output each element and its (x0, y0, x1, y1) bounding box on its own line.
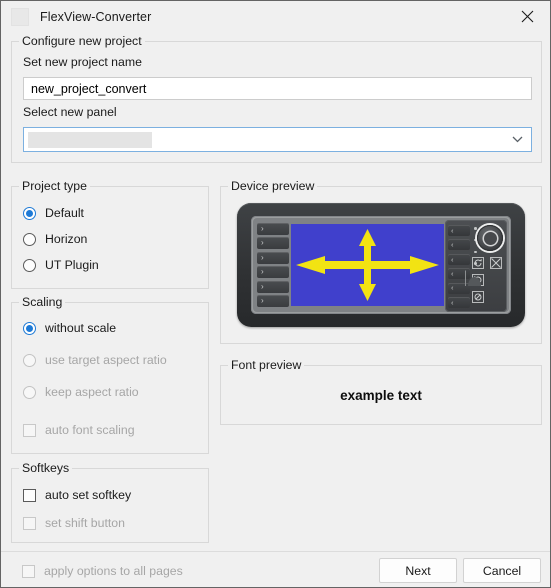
radio-project-type-default[interactable]: Default (23, 206, 84, 220)
footer-divider (1, 551, 550, 552)
device-softkey: ‹ (448, 239, 470, 251)
app-icon (11, 8, 29, 26)
indicator-dot (474, 250, 477, 254)
radio-label: without scale (45, 321, 117, 335)
device-softkey: › (257, 223, 289, 235)
device-face: › › › › › › ‹ ‹ ‹ ‹ ‹ ‹ (253, 218, 509, 312)
configure-new-project-group: Configure new project Set new project na… (11, 34, 542, 163)
configure-group-label: Configure new project (19, 34, 145, 48)
radio-mark-icon (23, 206, 36, 220)
radio-mark-icon (23, 258, 36, 272)
close-icon (521, 10, 534, 23)
device-softkey: › (257, 266, 289, 279)
checkbox-mark-icon (23, 423, 36, 437)
window-title: FlexView-Converter (40, 10, 152, 24)
radio-scaling-without-scale[interactable]: without scale (23, 321, 116, 335)
device-preview-label: Device preview (228, 179, 318, 193)
project-type-label: Project type (19, 179, 90, 193)
checkbox-apply-options-to-all-pages: apply options to all pages (22, 564, 183, 578)
checkbox-auto-font-scaling: auto font scaling (23, 423, 135, 437)
font-preview-label: Font preview (228, 358, 305, 372)
radio-mark-icon (23, 232, 36, 246)
device-right-softkeys: ‹ ‹ ‹ ‹ ‹ ‹ (448, 225, 470, 308)
select-panel-value (28, 131, 152, 148)
device-preview-image: › › › › › › ‹ ‹ ‹ ‹ ‹ ‹ (231, 199, 533, 333)
radio-scaling-use-target-aspect-ratio: use target aspect ratio (23, 353, 167, 367)
checkbox-label: auto set softkey (45, 488, 132, 502)
device-body: › › › › › › ‹ ‹ ‹ ‹ ‹ ‹ (237, 203, 525, 327)
radio-label: UT Plugin (45, 258, 99, 272)
refresh-cw-icon (472, 257, 484, 269)
project-type-group: Project type Default Horizon UT Plugin (11, 179, 209, 289)
indicator-dot (474, 227, 477, 230)
rotary-knob-icon (477, 225, 503, 251)
radio-label: Default (45, 206, 84, 220)
cancel-button[interactable]: Cancel (463, 558, 541, 583)
radio-project-type-ut-plugin[interactable]: UT Plugin (23, 258, 99, 272)
radio-mark-icon (23, 353, 36, 367)
checkbox-label: auto font scaling (45, 423, 135, 437)
project-name-label: Set new project name (23, 55, 142, 69)
softkeys-label: Softkeys (19, 461, 73, 475)
close-button[interactable] (504, 1, 550, 32)
device-softkey: › (257, 251, 289, 264)
flexview-converter-window: FlexView-Converter Configure new project… (0, 0, 551, 588)
device-softkey: › (257, 280, 289, 293)
scaling-group: Scaling without scale use target aspect … (11, 295, 209, 454)
project-name-input[interactable] (23, 77, 532, 100)
checkbox-set-shift-button: set shift button (23, 516, 125, 530)
device-thumb-pad (465, 270, 481, 286)
device-right-console: ‹ ‹ ‹ ‹ ‹ ‹ (445, 220, 507, 312)
radio-mark-icon (23, 385, 36, 399)
radio-project-type-horizon[interactable]: Horizon (23, 232, 87, 246)
device-bezel: › › › › › › ‹ ‹ ‹ ‹ ‹ ‹ (251, 216, 511, 314)
checkbox-label: set shift button (45, 516, 125, 530)
device-left-softkeys: › › › › › › (257, 223, 289, 307)
device-softkey: › (257, 237, 289, 250)
radio-mark-icon (23, 321, 36, 335)
device-screen (291, 224, 444, 306)
font-preview-sample: example text (340, 388, 422, 403)
chevron-down-icon (511, 134, 523, 146)
select-panel-combobox[interactable] (23, 127, 532, 152)
font-preview-group: Font preview example text (220, 358, 542, 425)
title-bar: FlexView-Converter (1, 1, 550, 33)
cross-arrows-icon (296, 229, 439, 301)
radio-label: use target aspect ratio (45, 353, 167, 367)
select-panel-label: Select new panel (23, 105, 117, 119)
radio-label: keep aspect ratio (45, 385, 139, 399)
radio-label: Horizon (45, 232, 88, 246)
device-softkey: ‹ (448, 253, 470, 265)
softkeys-group: Softkeys auto set softkey set shift butt… (11, 461, 209, 543)
checkbox-mark-icon (23, 516, 36, 530)
checkbox-mark-icon (22, 564, 35, 578)
checkbox-mark-icon (23, 488, 36, 502)
checkbox-label: apply options to all pages (44, 564, 183, 578)
device-softkey: ‹ (448, 296, 470, 308)
cross-box-icon (490, 257, 502, 269)
radio-scaling-keep-aspect-ratio: keep aspect ratio (23, 385, 139, 399)
scaling-label: Scaling (19, 295, 66, 309)
device-softkey: ‹ (448, 225, 470, 236)
checkbox-auto-set-softkey[interactable]: auto set softkey (23, 488, 131, 502)
device-softkey: › (257, 294, 289, 307)
device-preview-group: Device preview › › › › › › ‹ ‹ ‹ ‹ ‹ ‹ (220, 179, 542, 344)
next-button[interactable]: Next (379, 558, 457, 583)
cancel-box-icon (472, 291, 484, 303)
